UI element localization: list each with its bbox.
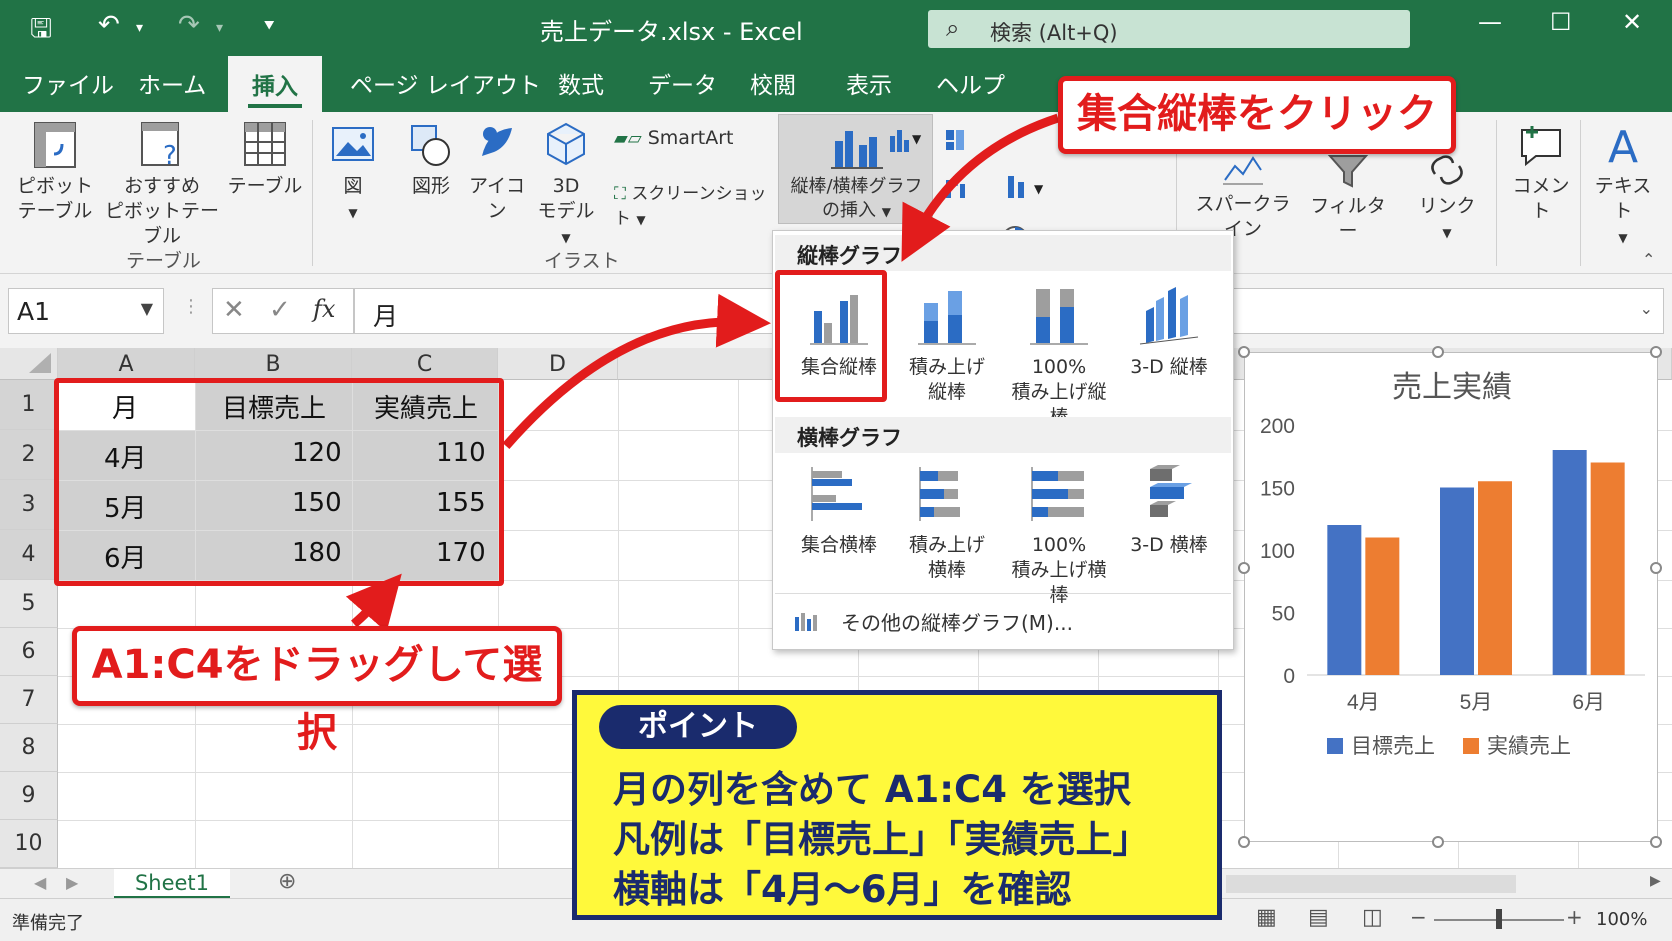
arrow-to-dropdown	[502, 293, 771, 449]
point-callout: ポイント 月の列を含めて A1:C4 を選択 凡例は「目標売上」「実績売上」 横…	[572, 690, 1222, 920]
point-line-1: 月の列を含めて A1:C4 を選択	[613, 768, 1131, 811]
point-title: ポイント	[599, 705, 797, 749]
click-hint-callout: 集合縦棒をクリック	[1058, 76, 1456, 154]
point-line-2: 凡例は「目標売上」「実績売上」	[613, 818, 1150, 861]
point-line-3: 横軸は「4月〜6月」を確認	[613, 868, 1072, 911]
arrow-to-range	[345, 573, 402, 633]
drag-hint-callout: A1:C4をドラッグして選択	[72, 626, 562, 756]
arrow-to-clustered-column	[901, 113, 1060, 262]
